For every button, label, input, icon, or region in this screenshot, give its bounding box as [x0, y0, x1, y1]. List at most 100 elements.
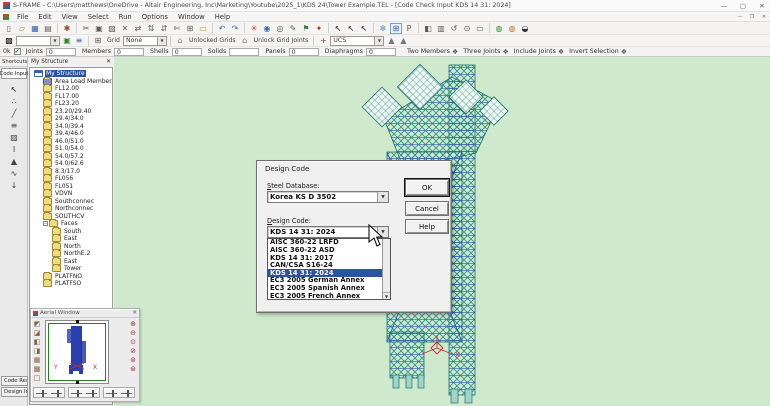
shortcut-material-icon[interactable]: ▨	[8, 131, 21, 143]
camera-icon[interactable]: ▩	[3, 35, 15, 46]
tools-icon[interactable]: ✱	[61, 23, 73, 34]
open-icon[interactable]: ▱	[16, 23, 28, 34]
shortcut-member-icon[interactable]: ╱	[8, 107, 21, 119]
star-icon[interactable]: ✦	[313, 23, 325, 34]
tree-item[interactable]: South	[30, 228, 112, 236]
mdi-restore-button[interactable]: ❐	[746, 13, 758, 21]
layers-icon[interactable]: ≡	[73, 35, 85, 46]
axis-elev-icon[interactable]: ▲	[385, 35, 397, 46]
view-grid-icon[interactable]: ▥	[435, 23, 447, 34]
snap-icon[interactable]: ✻	[377, 23, 389, 34]
render-dark-icon[interactable]: ◒	[519, 23, 531, 34]
menu-item[interactable]: Window	[173, 13, 210, 21]
menu-item[interactable]: Run	[114, 13, 137, 21]
unlock-grid-joints-icon[interactable]: ⌂	[239, 35, 251, 46]
shortcut-support-icon[interactable]: ▲	[8, 155, 21, 167]
maximize-button[interactable]: ▢	[735, 0, 751, 11]
render-orange-icon[interactable]: ◍	[506, 23, 518, 34]
aerial-zoom-all-icon[interactable]: ⊛	[128, 364, 138, 373]
tree-item[interactable]: 54.0/57.2	[30, 153, 112, 161]
close-icon[interactable]: ✕	[106, 59, 111, 65]
selection-tool-button[interactable]: Two Members❖	[407, 48, 458, 56]
menu-item[interactable]: Help	[210, 13, 236, 21]
grid-icon[interactable]: ⊞	[92, 35, 104, 46]
tree-item[interactable]: FL17.00	[30, 93, 112, 101]
mdi-close-button[interactable]: ✕	[758, 13, 770, 21]
card-icon[interactable]: ▭	[474, 23, 486, 34]
design-code-option[interactable]: EC3 2005 French Annex	[268, 292, 382, 299]
chevron-down-icon[interactable]: ▼	[377, 192, 388, 202]
ucs-icon[interactable]: +	[317, 35, 329, 46]
find-icon[interactable]: ◎	[274, 23, 286, 34]
tree-item[interactable]: VDVN	[30, 190, 112, 198]
joint-load-icon[interactable]: ✳	[248, 23, 260, 34]
tree-item[interactable]: East	[30, 258, 112, 266]
steel-database-combo[interactable]: Korea KS D 3502 ▼	[267, 191, 389, 203]
tree-item[interactable]: 34.0/39.4	[30, 123, 112, 131]
select-icon[interactable]: ↖	[332, 23, 344, 34]
code-input-button[interactable]: Code Input	[1, 68, 27, 79]
select-box-icon[interactable]: ↖	[358, 23, 370, 34]
tree-item[interactable]: 54.0/62.6	[30, 160, 112, 168]
aerial-view-bottom-icon[interactable]: □	[32, 373, 42, 382]
tree-item[interactable]: 39.4/46.0	[30, 130, 112, 138]
aerial-window-header[interactable]: Aerial Window ✕	[31, 309, 139, 318]
tree-item[interactable]: Tower	[30, 265, 112, 273]
expander-icon[interactable]	[43, 221, 48, 226]
aerial-zoom-window-icon[interactable]: ⊙	[128, 337, 138, 346]
subdivide-icon[interactable]: ⊞	[184, 23, 196, 34]
menu-item[interactable]: View	[57, 13, 83, 21]
tree-item[interactable]: FL051	[30, 183, 112, 191]
selection-tool-button[interactable]: Three Joints❖	[463, 48, 509, 56]
grid-combo[interactable]: None▼	[123, 36, 167, 46]
zoom-select-icon[interactable]: ◉	[261, 23, 273, 34]
stretch-icon[interactable]: ⇄	[132, 23, 144, 34]
unlock-grid-joints-label[interactable]: Unlock Grid Joints	[254, 37, 309, 44]
tree-item[interactable]: Faces	[30, 220, 112, 228]
tree-item[interactable]: PLATFSO	[30, 280, 112, 288]
tree-item[interactable]: 46.0/51.0	[30, 138, 112, 146]
tree-item[interactable]: Southconnec	[30, 198, 112, 206]
tree-item[interactable]: SOUTHCV	[30, 213, 112, 221]
select-add-icon[interactable]: ↖	[345, 23, 357, 34]
delete-icon[interactable]: ✕	[119, 23, 131, 34]
aerial-view-front-icon[interactable]: ◪	[32, 328, 42, 337]
aerial-slider-1[interactable]	[33, 387, 65, 398]
unlocked-grids-icon[interactable]: ⌂	[174, 35, 186, 46]
aerial-view-right-icon[interactable]: ◨	[32, 346, 42, 355]
menu-item[interactable]: Options	[137, 13, 173, 21]
p-tool-icon[interactable]: P	[403, 23, 415, 34]
aerial-minimap[interactable]: Y X	[45, 320, 109, 384]
view-combo[interactable]: ▼	[16, 36, 60, 46]
close-icon[interactable]: ✕	[132, 310, 137, 316]
tree-item[interactable]: 51.0/54.0	[30, 145, 112, 153]
cut-icon[interactable]: ✂	[80, 23, 92, 34]
save-icon[interactable]: ▦	[29, 23, 41, 34]
aerial-slider-3[interactable]	[103, 387, 135, 398]
tree-item[interactable]: East	[30, 235, 112, 243]
view-left-icon[interactable]: ◧	[422, 23, 434, 34]
rotate-icon[interactable]: ↺	[448, 23, 460, 34]
ucs-combo[interactable]: UCS▼	[330, 36, 384, 46]
tree-item[interactable]: NorthE.2	[30, 250, 112, 258]
redo-icon[interactable]: ↷	[229, 23, 241, 34]
scroll-down-icon[interactable]: ▼	[383, 292, 390, 299]
shortcut-select-icon[interactable]: ↖	[8, 83, 21, 95]
ok-button[interactable]: OK	[405, 179, 449, 196]
tree-item[interactable]: 23.20/29.40	[30, 108, 112, 116]
shortcut-column-icon[interactable]: Ι	[8, 143, 21, 155]
shortcut-section-icon[interactable]: ≡	[8, 119, 21, 131]
tree-item[interactable]: 29.4/34.0	[30, 115, 112, 123]
aerial-view-iso-icon[interactable]: ▦	[32, 355, 42, 364]
shortcut-joint-icon[interactable]: ∴	[8, 95, 21, 107]
aerial-pan-icon[interactable]: ⊚	[128, 355, 138, 364]
menu-item[interactable]: Edit	[33, 13, 56, 21]
tree-item[interactable]: FL12.00	[30, 85, 112, 93]
axis-plan-icon[interactable]: ▲	[397, 35, 409, 46]
trim-icon[interactable]: ✄	[171, 23, 183, 34]
menu-item[interactable]: Select	[83, 13, 114, 21]
aerial-zoom-out-icon[interactable]: ⊖	[128, 328, 138, 337]
minimize-button[interactable]: —	[716, 0, 732, 11]
copy-icon[interactable]: ▣	[93, 23, 105, 34]
close-button[interactable]: ✕	[754, 0, 770, 11]
